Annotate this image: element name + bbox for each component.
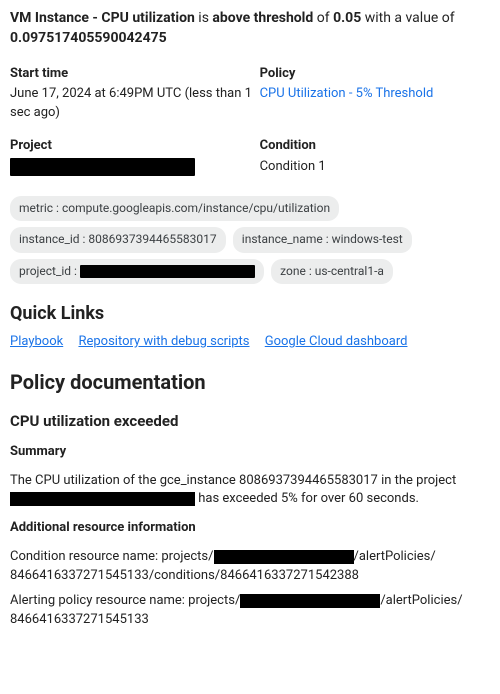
chip-instance-id: instance_id : 8086937394465583017 bbox=[10, 227, 226, 252]
headline-state: above threshold bbox=[212, 10, 313, 26]
project-value-redacted bbox=[10, 158, 195, 176]
summary-project-redacted bbox=[10, 492, 195, 506]
meta-project: Project bbox=[10, 133, 260, 187]
meta-condition: Condition Condition 1 bbox=[260, 133, 490, 187]
start-time-label: Start time bbox=[10, 65, 254, 84]
policy-resource-name: Alerting policy resource name: projects/… bbox=[10, 592, 490, 630]
label-chips: metric : compute.googleapis.com/instance… bbox=[10, 193, 490, 287]
chip-project-id-redacted bbox=[80, 265, 255, 278]
condition-value: Condition 1 bbox=[260, 158, 484, 177]
meta-policy: Policy CPU Utilization - 5% Threshold bbox=[260, 61, 490, 134]
condition-resource-name: Condition resource name: projects//alert… bbox=[10, 548, 490, 586]
policy-label: Policy bbox=[260, 65, 484, 84]
meta-grid: Start time June 17, 2024 at 6:49PM UTC (… bbox=[10, 61, 490, 187]
quick-link-dashboard[interactable]: Google Cloud dashboard bbox=[265, 334, 408, 349]
project-label: Project bbox=[10, 137, 254, 156]
chip-project-id: project_id : bbox=[10, 259, 264, 284]
policy-doc-heading: Policy documentation bbox=[10, 368, 490, 397]
summary-text: The CPU utilization of the gce_instance … bbox=[10, 472, 490, 510]
summary-heading: Summary bbox=[10, 443, 490, 462]
doc-subheading: CPU utilization exceeded bbox=[10, 411, 490, 433]
quick-link-playbook[interactable]: Playbook bbox=[10, 334, 63, 349]
quick-links-heading: Quick Links bbox=[10, 301, 490, 327]
chip-metric: metric : compute.googleapis.com/instance… bbox=[10, 196, 339, 221]
quick-link-scripts[interactable]: Repository with debug scripts bbox=[78, 334, 249, 349]
headline-threshold: 0.05 bbox=[333, 10, 361, 26]
headline-resource: VM Instance - CPU utilization bbox=[10, 10, 195, 26]
additional-info-heading: Additional resource information bbox=[10, 519, 490, 538]
chip-instance-name: instance_name : windows-test bbox=[233, 227, 412, 252]
chip-zone: zone : us-central1-a bbox=[271, 259, 393, 284]
policy-link[interactable]: CPU Utilization - 5% Threshold bbox=[260, 86, 434, 101]
cond-project-redacted bbox=[214, 550, 354, 564]
meta-start-time: Start time June 17, 2024 at 6:49PM UTC (… bbox=[10, 61, 260, 134]
quick-links: Playbook Repository with debug scripts G… bbox=[10, 333, 490, 352]
start-time-value: June 17, 2024 at 6:49PM UTC (less than 1… bbox=[10, 85, 254, 123]
condition-label: Condition bbox=[260, 137, 484, 156]
alert-headline: VM Instance - CPU utilization is above t… bbox=[10, 8, 490, 49]
headline-value: 0.097517405590042475 bbox=[10, 30, 167, 46]
pol-project-redacted bbox=[240, 594, 380, 608]
